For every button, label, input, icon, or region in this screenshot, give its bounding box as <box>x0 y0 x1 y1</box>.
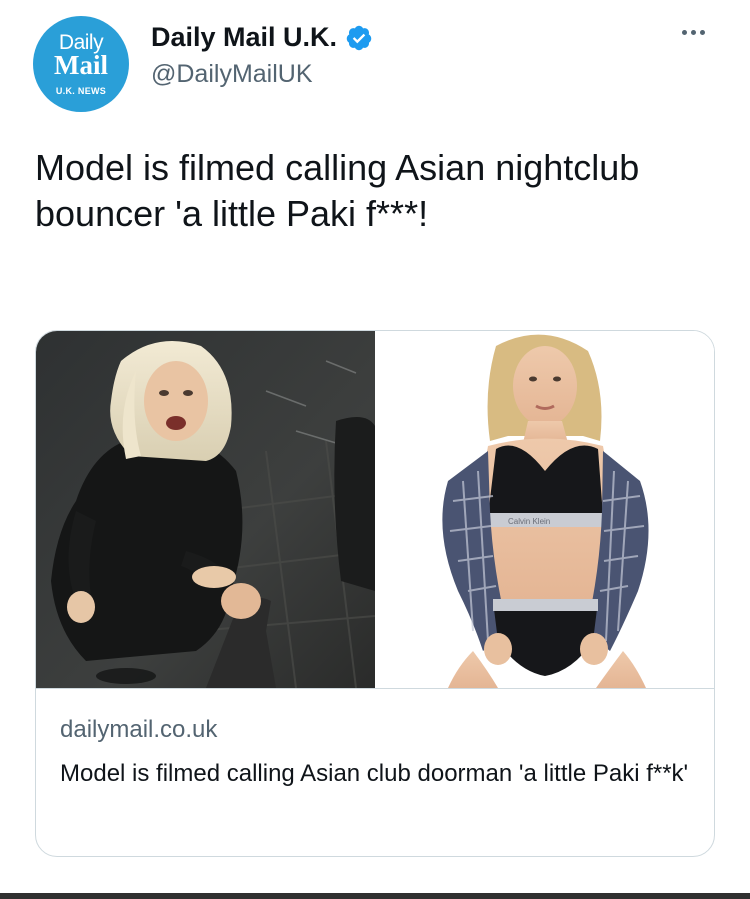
card-domain: dailymail.co.uk <box>60 716 218 743</box>
handle[interactable]: @DailyMailUK <box>151 60 313 89</box>
dot <box>682 30 687 35</box>
card-media[interactable]: Calvin Klein <box>36 331 714 688</box>
tweet-header: Daily Mail U.K. NEWS Daily Mail U.K. @Da… <box>0 0 750 120</box>
avatar-text-mail: Mail <box>54 50 108 80</box>
avatar[interactable]: Daily Mail U.K. NEWS <box>33 16 129 112</box>
card-separator <box>36 688 714 689</box>
dot <box>700 30 705 35</box>
dot <box>691 30 696 35</box>
avatar-text-uk-news: U.K. NEWS <box>55 86 107 96</box>
bra-brand-text: Calvin Klein <box>508 517 550 526</box>
verified-badge-icon <box>346 25 372 50</box>
link-card[interactable]: Calvin Klein dailymail.co.uk Model is fi… <box>35 330 715 857</box>
tweet-text: Model is filmed calling Asian nightclub … <box>35 147 640 234</box>
card-image-left <box>36 331 375 688</box>
card-image-right: Calvin Klein <box>378 331 714 688</box>
card-title: Model is filmed calling Asian club doorm… <box>60 760 689 787</box>
bottom-edge <box>0 893 750 899</box>
display-name[interactable]: Daily Mail U.K. <box>151 22 337 53</box>
more-options-icon[interactable] <box>682 30 705 35</box>
name-row: Daily Mail U.K. <box>151 22 373 53</box>
